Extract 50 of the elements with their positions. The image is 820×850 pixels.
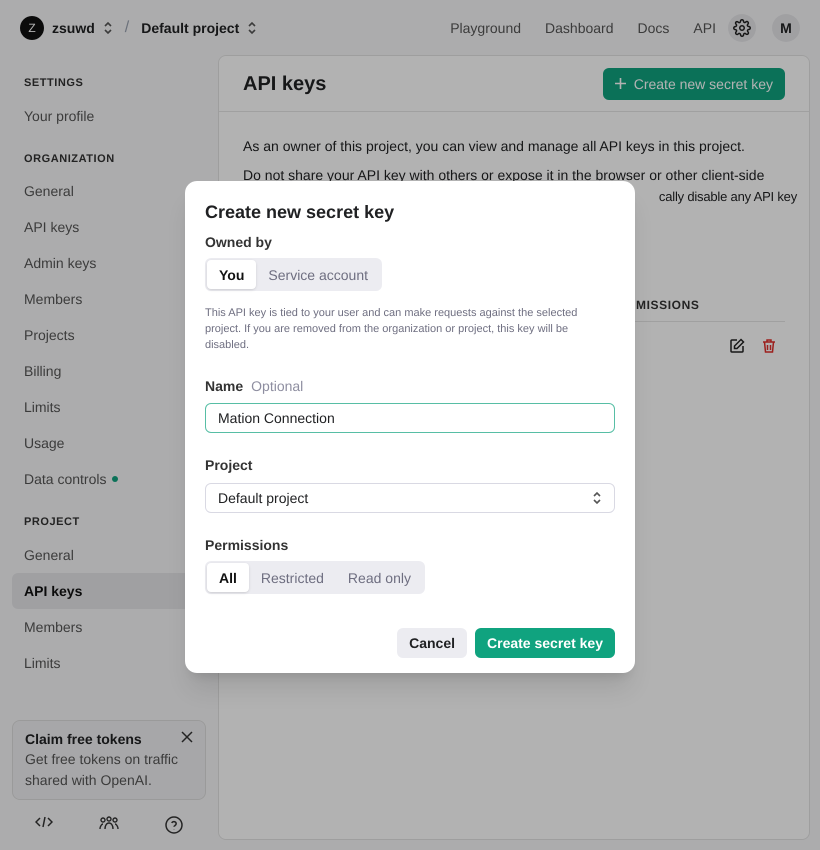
promo-text: Get free tokens on traffic shared with OpenAI.	[25, 750, 180, 790]
plus-icon	[614, 78, 626, 89]
people-icon[interactable]	[99, 816, 119, 830]
project-name[interactable]: Default project	[141, 18, 240, 38]
page-title: API keys	[243, 72, 326, 96]
name-input[interactable]: Mation Connection	[205, 403, 615, 433]
cancel-button[interactable]: Cancel	[397, 628, 468, 658]
nav-link[interactable]: Docs	[638, 18, 670, 38]
optional-hint: Optional	[251, 377, 304, 396]
nav-link[interactable]: Dashboard	[545, 18, 614, 38]
section-heading: PROJECT	[23, 515, 81, 530]
nav-link[interactable]: Playground	[450, 18, 522, 38]
create-key-button[interactable]: Create new secret key	[602, 68, 785, 100]
org-avatar[interactable]: Z	[20, 16, 44, 40]
field-label: Project	[205, 456, 254, 475]
sidebar-item[interactable]: Data controls	[12, 461, 206, 497]
project-select[interactable]: Default project	[205, 483, 615, 513]
segment-option[interactable]: Service account	[256, 260, 380, 289]
edit-icon[interactable]	[729, 338, 745, 354]
help-text: This API key is tied to your user and can make requests against the selected project. If you are removed from the organization or project, this key will be disabled.	[205, 306, 578, 353]
chevron-updown-icon	[247, 20, 258, 34]
user-avatar[interactable]: M	[772, 14, 800, 42]
close-icon	[181, 731, 193, 743]
section-heading: SETTINGS	[23, 76, 84, 91]
close-button[interactable]	[181, 731, 193, 743]
segment-option[interactable]: All	[207, 563, 249, 592]
segment-option[interactable]: You	[207, 260, 256, 289]
promo-title: Claim free tokens	[25, 730, 142, 749]
column-header: MISSIONS	[636, 297, 700, 314]
segment-option[interactable]: Read only	[336, 563, 423, 592]
chevron-updown-icon	[102, 20, 113, 34]
field-label: Name	[205, 377, 244, 396]
code-icon[interactable]	[35, 816, 53, 828]
delete-icon[interactable]	[761, 338, 777, 354]
segment-option[interactable]: Restricted	[248, 563, 336, 592]
intro-text: As an owner of this project, you can view and manage all API keys in this project.	[243, 137, 746, 156]
chevron-updown-icon	[592, 491, 602, 505]
sidebar-item[interactable]: Your profile	[12, 98, 206, 134]
breadcrumb-separator: /	[124, 18, 130, 38]
dialog-title: Create new secret key	[205, 201, 396, 224]
org-name[interactable]: zsuwd	[52, 18, 95, 38]
warning-text: cally disable any API key	[658, 188, 797, 206]
section-heading: ORGANIZATION	[23, 152, 116, 166]
nav-link[interactable]: API	[693, 18, 716, 38]
field-label: Permissions	[205, 536, 290, 555]
create-secret-key-button[interactable]: Create secret key	[475, 628, 615, 658]
settings-button[interactable]	[728, 14, 756, 42]
field-label: Owned by	[205, 233, 273, 252]
help-icon[interactable]	[165, 816, 183, 834]
settings-icon	[733, 18, 751, 36]
